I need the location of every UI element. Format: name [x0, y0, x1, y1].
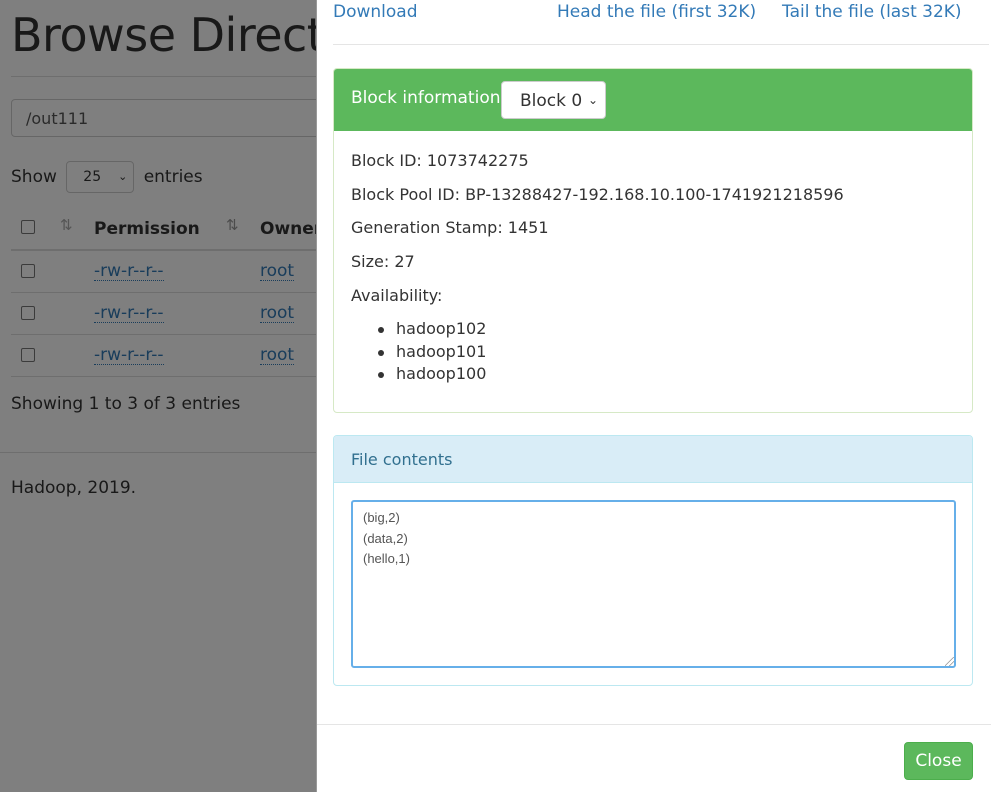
close-button[interactable]: Close [904, 742, 973, 780]
block-pool-id: Block Pool ID: BP-13288427-192.168.10.10… [351, 185, 844, 204]
availability-label: Availability: [351, 286, 443, 305]
list-item: hadoop101 [378, 341, 486, 364]
file-contents-textarea[interactable]: (big,2) (data,2) (hello,1) [351, 500, 956, 668]
file-info-modal: Download Head the file (first 32K) Tail … [316, 0, 991, 792]
block-info-label: Block information -- [351, 88, 519, 108]
block-panel-heading: Block information -- Block 0 ⌄ [334, 69, 972, 131]
block-select-value: Block 0 [520, 91, 583, 111]
file-contents-label: File contents [351, 450, 453, 469]
file-contents-panel: File contents (big,2) (data,2) (hello,1) [333, 435, 973, 686]
generation-stamp: Generation Stamp: 1451 [351, 218, 549, 237]
list-item: hadoop100 [378, 363, 486, 386]
download-link[interactable]: Download [333, 2, 418, 22]
availability-list: hadoop102 hadoop101 hadoop100 [378, 318, 486, 386]
modal-footer-divider [317, 724, 991, 725]
head-file-link[interactable]: Head the file (first 32K) [557, 2, 756, 22]
block-select[interactable]: Block 0 ⌄ [501, 81, 606, 119]
list-item: hadoop102 [378, 318, 486, 341]
contents-panel-heading: File contents [334, 436, 972, 483]
links-divider [333, 44, 989, 45]
resize-handle-icon[interactable] [945, 657, 954, 666]
chevron-down-icon: ⌄ [587, 93, 598, 107]
block-information-panel: Block information -- Block 0 ⌄ Block ID:… [333, 68, 973, 413]
block-size: Size: 27 [351, 252, 415, 271]
block-id: Block ID: 1073742275 [351, 151, 529, 170]
tail-file-link[interactable]: Tail the file (last 32K) [782, 2, 962, 22]
